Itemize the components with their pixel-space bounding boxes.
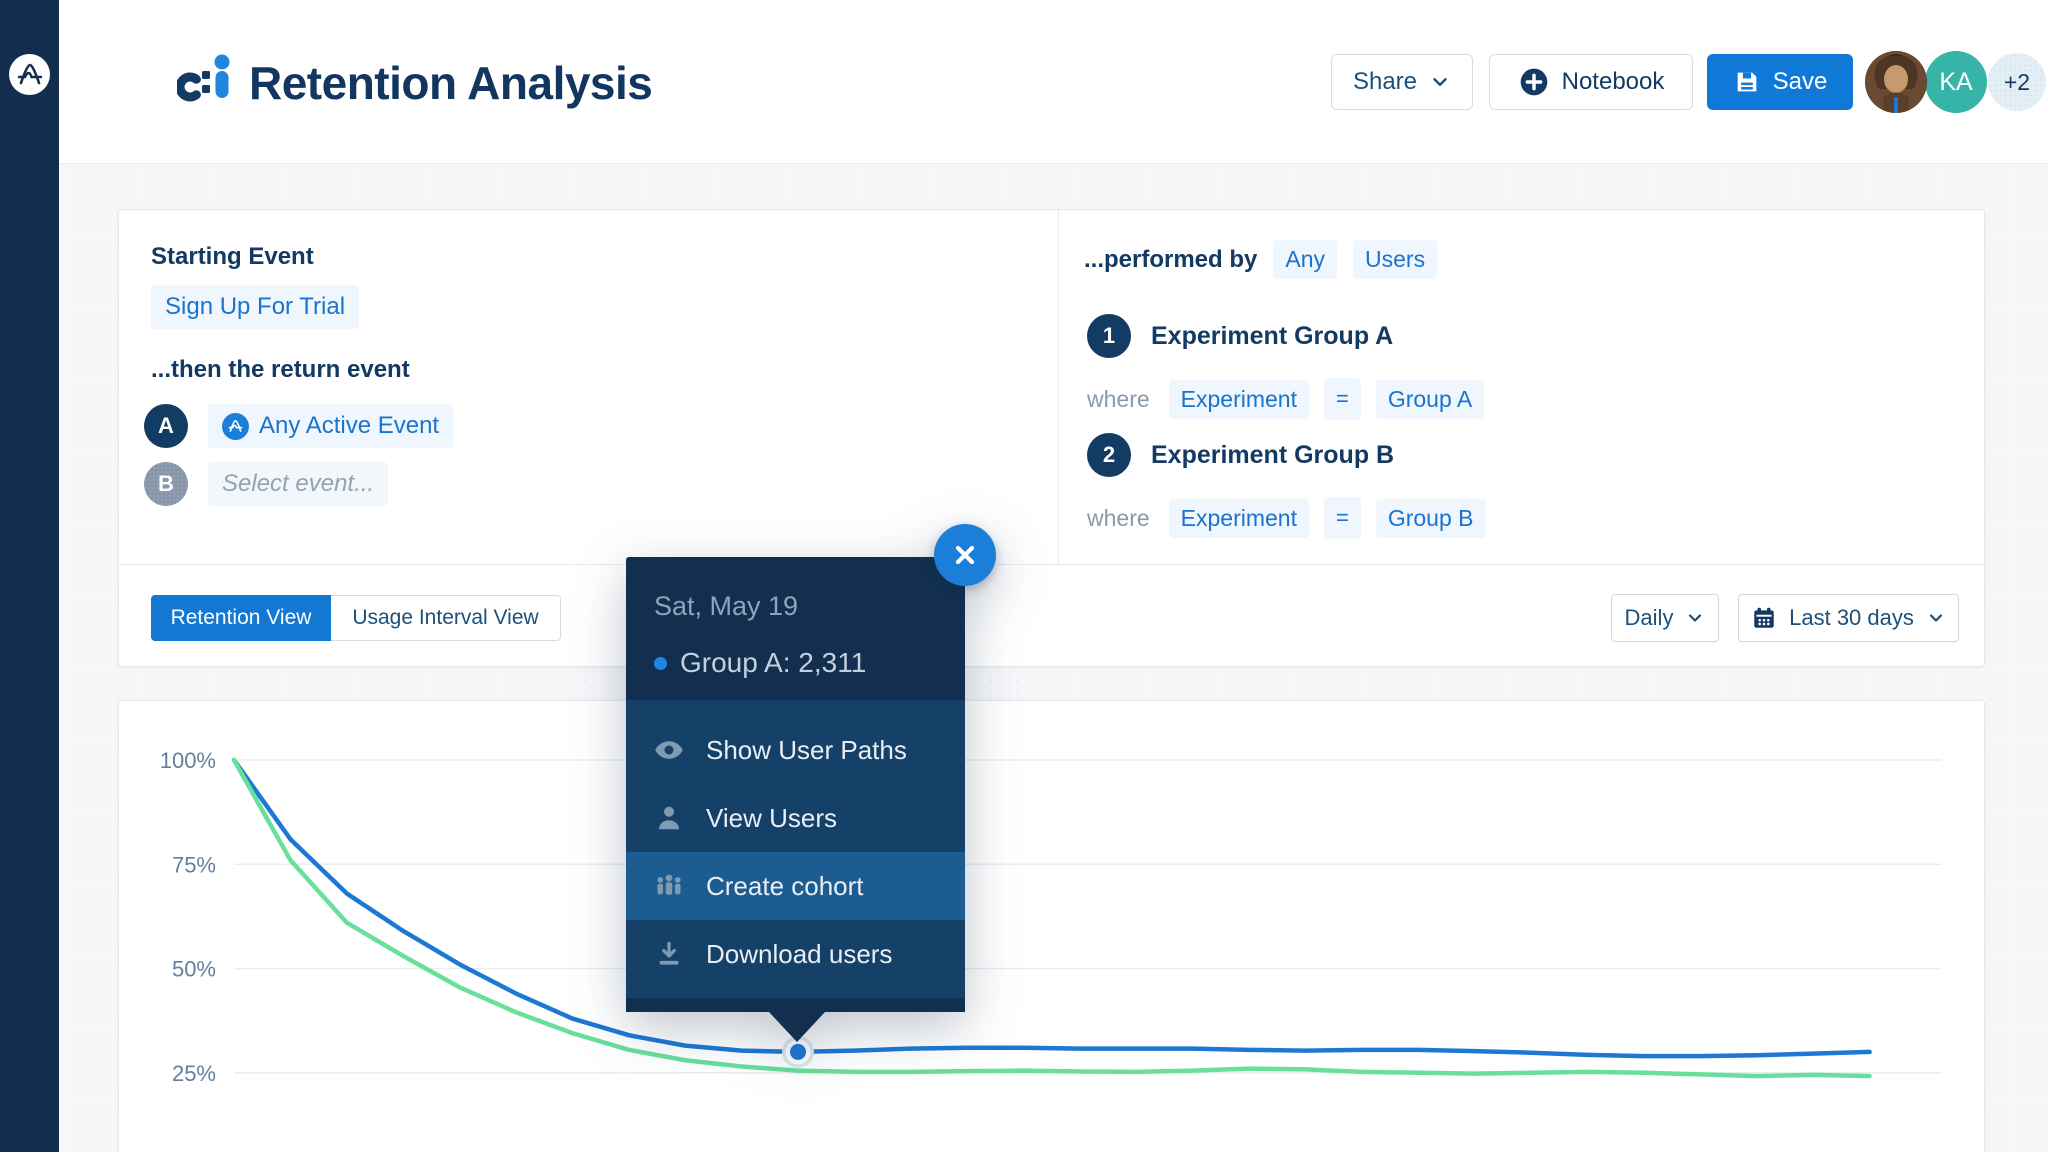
- chart-brand-icon: [177, 54, 233, 112]
- chart-card: 100% 75% 50% 25%: [118, 700, 1985, 1152]
- chevron-down-icon: [1429, 71, 1451, 93]
- tooltip-menu: Show User Paths View Users Create cohort: [626, 700, 965, 998]
- tab-usage-interval-view[interactable]: Usage Interval View: [331, 595, 561, 641]
- notebook-button[interactable]: Notebook: [1489, 54, 1693, 110]
- svg-text:50%: 50%: [172, 957, 216, 982]
- segment-2-number: 2: [1087, 433, 1131, 477]
- save-icon: [1733, 68, 1761, 96]
- query-builder-card: Starting Event Sign Up For Trial ...then…: [118, 209, 1985, 667]
- chart-tooltip: Sat, May 19 Group A: 2,311 Show User Pat…: [626, 557, 965, 1042]
- menu-item-label: View Users: [706, 803, 837, 834]
- svg-text:100%: 100%: [160, 748, 216, 773]
- date-range-dropdown[interactable]: Last 30 days: [1738, 594, 1959, 642]
- segment-row-1: 1 Experiment Group A: [1087, 314, 1393, 358]
- view-toggle: Retention View Usage Interval View: [151, 595, 561, 641]
- segment-1-operator-chip[interactable]: =: [1324, 378, 1361, 420]
- tooltip-series-value: Group A: 2,311: [680, 647, 866, 679]
- menu-item-download-users[interactable]: Download users: [626, 920, 965, 988]
- performed-by-users-chip[interactable]: Users: [1353, 240, 1437, 279]
- sidebar: [0, 0, 59, 1152]
- tooltip-header: Sat, May 19 Group A: 2,311: [626, 557, 965, 700]
- download-icon: [654, 939, 684, 969]
- return-event-heading: ...then the return event: [151, 356, 410, 384]
- return-event-row-b: B Select event...: [144, 462, 388, 506]
- segment-2-value-chip[interactable]: Group B: [1376, 499, 1486, 538]
- where-label: where: [1087, 505, 1150, 532]
- chevron-down-icon: [1685, 608, 1705, 628]
- vertical-divider: [1058, 210, 1059, 564]
- user-icon: [654, 803, 684, 833]
- segment-1-number: 1: [1087, 314, 1131, 358]
- date-range-value: Last 30 days: [1789, 605, 1914, 631]
- page-title: Retention Analysis: [249, 56, 652, 110]
- close-icon[interactable]: [934, 524, 996, 586]
- tooltip-footer: [626, 998, 965, 1012]
- tab-retention-view[interactable]: Retention View: [151, 595, 331, 641]
- calendar-icon: [1751, 605, 1777, 631]
- avatar-photo-image: [1865, 51, 1927, 113]
- segment-1-property-chip[interactable]: Experiment: [1169, 380, 1309, 419]
- amplitude-event-icon: [222, 413, 249, 440]
- share-button[interactable]: Share: [1331, 54, 1473, 110]
- avatar-photo[interactable]: [1865, 51, 1927, 113]
- series-dot-icon: [654, 657, 667, 670]
- segment-1-where-row: where Experiment = Group A: [1087, 378, 1484, 420]
- horizontal-divider: [119, 564, 1984, 565]
- plus-circle-icon: [1518, 66, 1550, 98]
- segment-2-name[interactable]: Experiment Group B: [1151, 441, 1394, 470]
- brand: Retention Analysis: [177, 52, 652, 114]
- event-chip-any-active[interactable]: Any Active Event: [208, 404, 453, 448]
- cohort-icon: [654, 871, 684, 901]
- event-badge-b: B: [144, 462, 188, 506]
- eye-icon: [654, 735, 684, 765]
- retention-chart[interactable]: 100% 75% 50% 25%: [119, 701, 1986, 1152]
- return-event-row-a: A Any Active Event: [144, 404, 453, 448]
- svg-text:75%: 75%: [172, 852, 216, 877]
- chevron-down-icon: [1926, 608, 1946, 628]
- performed-by-row: ...performed by Any Users: [1084, 240, 1437, 279]
- where-label: where: [1087, 386, 1150, 413]
- notebook-label: Notebook: [1562, 68, 1665, 96]
- segment-2-property-chip[interactable]: Experiment: [1169, 499, 1309, 538]
- interval-dropdown[interactable]: Daily: [1611, 594, 1719, 642]
- menu-item-show-user-paths[interactable]: Show User Paths: [626, 716, 965, 784]
- tooltip-date: Sat, May 19: [654, 591, 798, 622]
- save-button[interactable]: Save: [1707, 54, 1853, 110]
- share-label: Share: [1353, 68, 1417, 96]
- tooltip-caret: [769, 1012, 825, 1042]
- menu-item-create-cohort[interactable]: Create cohort: [626, 852, 965, 920]
- select-event-chip[interactable]: Select event...: [208, 462, 388, 506]
- menu-item-label: Create cohort: [706, 871, 864, 902]
- performed-by-label: ...performed by: [1084, 246, 1257, 274]
- segment-1-value-chip[interactable]: Group A: [1376, 380, 1484, 419]
- selected-data-point: [790, 1044, 806, 1060]
- event-badge-a: A: [144, 404, 188, 448]
- segment-2-operator-chip[interactable]: =: [1324, 497, 1361, 539]
- amplitude-wave-glyph: [15, 60, 45, 90]
- amplitude-logo-icon[interactable]: [9, 54, 50, 95]
- header: Retention Analysis Share Notebook Save: [59, 0, 2048, 164]
- starting-event-chip[interactable]: Sign Up For Trial: [151, 285, 359, 329]
- svg-text:25%: 25%: [172, 1061, 216, 1086]
- menu-item-view-users[interactable]: View Users: [626, 784, 965, 852]
- event-chip-label: Any Active Event: [259, 412, 439, 440]
- performed-by-any-chip[interactable]: Any: [1273, 240, 1337, 279]
- interval-dropdown-value: Daily: [1625, 605, 1674, 631]
- menu-item-label: Show User Paths: [706, 735, 907, 766]
- avatar-initials[interactable]: KA: [1925, 51, 1987, 113]
- segment-row-2: 2 Experiment Group B: [1087, 433, 1394, 477]
- menu-item-label: Download users: [706, 939, 892, 970]
- segment-1-name[interactable]: Experiment Group A: [1151, 322, 1393, 351]
- tooltip-value-row: Group A: 2,311: [654, 647, 866, 679]
- segment-2-where-row: where Experiment = Group B: [1087, 497, 1486, 539]
- save-label: Save: [1773, 68, 1828, 96]
- starting-event-heading: Starting Event: [151, 243, 314, 271]
- avatar-overflow[interactable]: +2: [1988, 53, 2046, 111]
